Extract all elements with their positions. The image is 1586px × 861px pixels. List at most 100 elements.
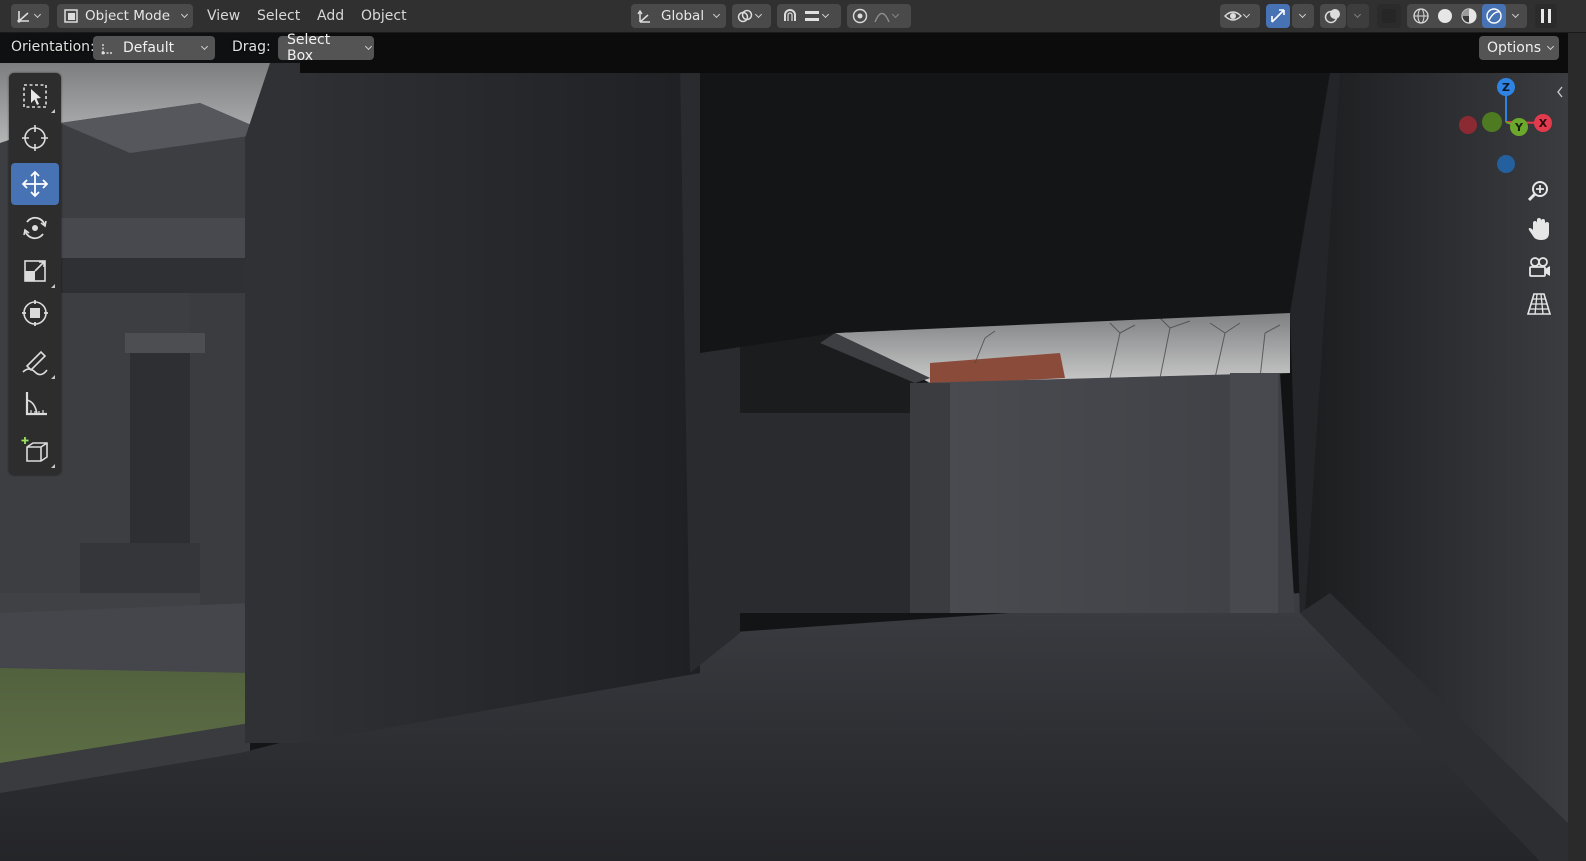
options-button[interactable]: Options [1479,36,1559,60]
orientation-label: Orientation: [11,39,95,55]
shading-group [1407,4,1527,28]
mode-label: Object Mode [85,8,171,24]
toolbar [9,73,61,475]
z-axis-label: Z [1502,81,1510,94]
gizmo-dropdown[interactable] [1292,4,1314,28]
scale-tool[interactable] [11,250,59,292]
navigation-gizmo[interactable]: Z Y X [1455,75,1555,175]
toggle-sidebar-button[interactable] [1535,4,1557,28]
tool-more-indicator [51,109,55,113]
chevron-down-icon [891,11,901,21]
annotate-icon [22,350,48,376]
transform-orientation-select[interactable]: Global [631,4,726,28]
neg-z-axis-handle[interactable] [1497,155,1515,173]
camera-icon [1529,257,1550,277]
scale-icon [24,260,46,282]
orientation-select[interactable]: Default [93,36,215,60]
options-label: Options [1487,40,1542,56]
blender-window: Object Mode View Select Add Object Globa… [0,0,1586,861]
tool-more-indicator [51,284,55,288]
move-icon [21,170,49,198]
menu-view[interactable]: View [207,5,240,27]
object-visibility-select[interactable] [1220,4,1260,28]
chevron-down-icon [200,43,210,53]
xray-icon [1382,9,1396,23]
orientation-label: Global [661,8,705,24]
shading-solid-button[interactable] [1434,5,1456,27]
shading-dropdown-chevron[interactable] [1511,11,1521,21]
menu-select[interactable]: Select [257,5,300,27]
tool-more-indicator [51,464,55,468]
add-cube-tool[interactable] [11,430,59,472]
select-box-icon [23,84,47,108]
editor-type-button[interactable] [11,4,49,28]
x-axis-label: X [1539,117,1548,130]
wireframe-sphere-icon [1413,8,1429,24]
drag-label: Drag: [232,39,271,55]
chevron-down-icon [821,11,831,21]
shading-rendered-button[interactable] [1482,4,1506,28]
zoom-icon [1527,181,1548,202]
rendered-scene [0,33,1568,861]
rotate-icon [23,216,47,240]
measure-icon [25,392,47,416]
zoom-button[interactable] [1524,176,1554,206]
move-tool[interactable] [11,163,59,205]
overlays-toggle[interactable] [1320,4,1346,28]
chevron-down-icon [33,11,43,21]
overlays-dropdown[interactable] [1347,4,1369,28]
pivot-icon [736,7,754,25]
snap-target-icon [803,7,821,25]
neg-x-axis-handle[interactable] [1459,116,1477,134]
3d-viewport[interactable]: Orientation: Default Drag: Select Box Op… [0,33,1568,861]
snap-toggle[interactable] [777,4,841,28]
object-mode-icon [63,8,79,24]
proportional-icon [851,7,869,25]
pan-button[interactable] [1524,214,1554,244]
orientation-value: Default [123,40,175,56]
sidebar-expand-arrow[interactable] [1555,85,1565,99]
camera-view-button[interactable] [1524,252,1554,282]
annotate-tool[interactable] [11,341,59,383]
material-sphere-icon [1461,8,1477,24]
cursor-icon [22,125,48,151]
tool-settings-bar: Orientation: Default Drag: Select Box Op… [0,33,1568,64]
gizmo-toggle[interactable] [1266,4,1290,28]
menu-add[interactable]: Add [317,5,344,27]
eye-icon [1224,7,1242,25]
proportional-editing-toggle[interactable] [847,4,911,28]
gizmo-icon [1269,7,1287,25]
mode-select[interactable]: Object Mode [57,4,193,28]
pivot-point-select[interactable] [732,4,771,28]
tool-more-indicator [51,375,55,379]
viewport-header: Object Mode View Select Add Object Globa… [0,0,1586,33]
add-cube-icon [21,437,48,462]
transform-tool[interactable] [11,292,59,334]
chevron-down-icon [754,11,764,21]
select-box-tool[interactable] [11,75,59,117]
xray-toggle[interactable] [1377,4,1401,28]
chevron-down-icon [364,43,374,53]
rendered-sphere-icon [1486,8,1502,24]
pause-icon [1541,9,1551,23]
measure-tool[interactable] [11,383,59,425]
menu-object[interactable]: Object [361,5,407,27]
falloff-icon [873,7,891,25]
transform-icon [22,300,48,326]
hand-pan-icon [1528,218,1549,240]
shading-material-button[interactable] [1458,5,1480,27]
shading-wireframe-button[interactable] [1410,5,1432,27]
cursor-tool[interactable] [11,117,59,159]
drag-select[interactable]: Select Box [278,33,374,64]
orientation-axes-icon [636,7,654,25]
chevron-down-icon [1353,11,1363,21]
chevron-down-icon [180,11,190,21]
rotate-tool[interactable] [11,207,59,249]
magnet-icon [781,7,799,25]
perspective-toggle-button[interactable] [1524,289,1554,319]
right-edge-strip [1568,33,1586,861]
chevron-down-icon [1546,43,1556,53]
neg-y-axis-handle[interactable] [1482,112,1502,132]
chevron-down-icon [1298,11,1308,21]
drag-value: Select Box [287,33,331,64]
